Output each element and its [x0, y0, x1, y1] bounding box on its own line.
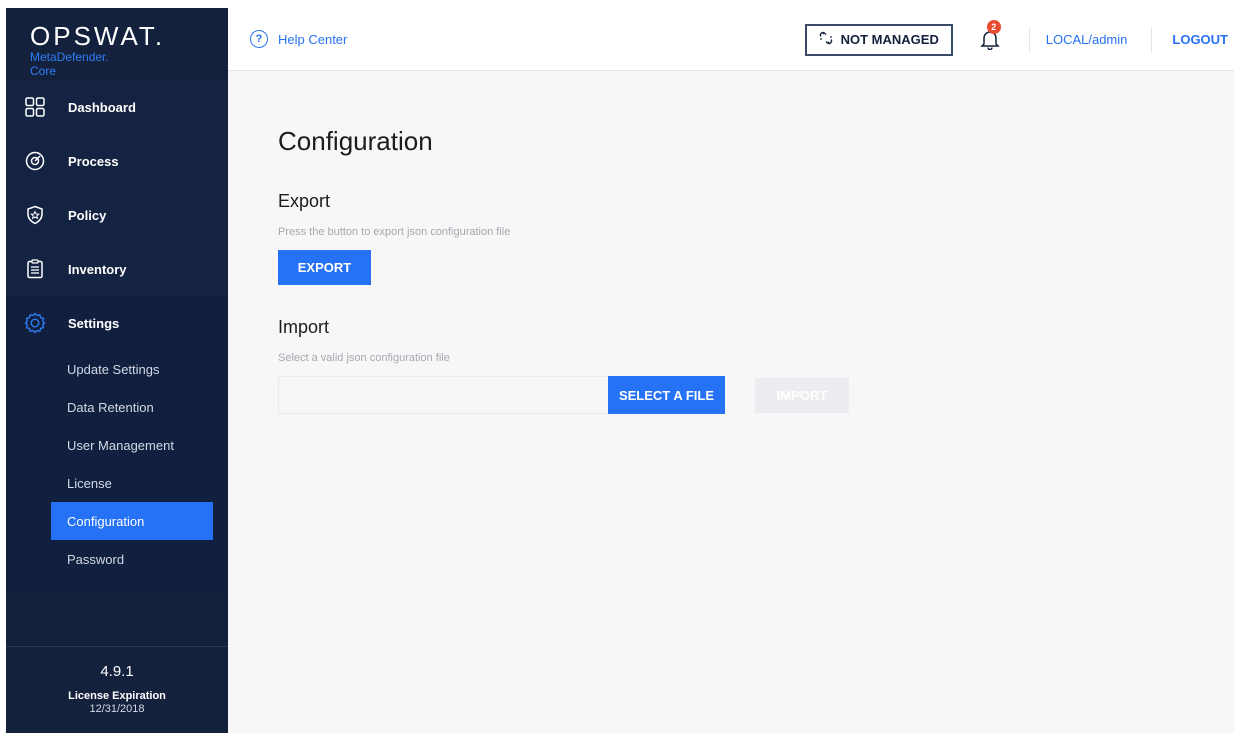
top-bar-right: NOT MANAGED 2 LOCAL/admin LOGOUT	[804, 8, 1234, 71]
export-button[interactable]: EXPORT	[278, 250, 371, 285]
main-area: ? Help Center NOT MANAGED 2 LOCAL/admin …	[228, 8, 1234, 733]
sidebar-spacer	[6, 592, 228, 647]
page-title: Configuration	[278, 126, 433, 156]
sidebar-item-inventory[interactable]: Inventory	[6, 242, 228, 296]
export-heading: Export	[278, 191, 331, 211]
sidebar: OPSWAT. MetaDefender. Core Dashboard Pro…	[6, 8, 228, 733]
sidebar-footer: 4.9.1 License Expiration 12/31/2018	[6, 647, 228, 733]
topbar-divider	[1028, 27, 1030, 52]
subnav-item-password[interactable]: Password	[51, 540, 213, 578]
sidebar-item-label: Policy	[68, 207, 107, 223]
subnav-item-license[interactable]: License	[51, 464, 213, 502]
topbar-divider	[1151, 27, 1153, 52]
brand-logo: OPSWAT.	[30, 21, 166, 51]
help-center-link[interactable]: ? Help Center	[250, 30, 347, 48]
import-button[interactable]: IMPORT	[755, 377, 849, 413]
sidebar-item-policy[interactable]: Policy	[6, 188, 228, 242]
brand: OPSWAT. MetaDefender. Core	[6, 8, 228, 80]
policy-shield-icon	[24, 204, 46, 226]
select-file-button[interactable]: SELECT A FILE	[608, 376, 725, 414]
sidebar-item-label: Process	[68, 153, 119, 169]
sidebar-item-process[interactable]: Process	[6, 134, 228, 188]
help-center-label: Help Center	[278, 31, 348, 47]
notifications-button[interactable]: 2	[979, 19, 1003, 52]
version-label: 4.9.1	[100, 663, 134, 680]
notifications-badge: 2	[986, 19, 1001, 34]
import-row: SELECT A FILE IMPORT	[278, 376, 1234, 414]
main-nav: Dashboard Process Policy Inventory Setti…	[6, 80, 228, 350]
sidebar-item-label: Inventory	[68, 261, 127, 277]
sidebar-item-label: Settings	[68, 315, 120, 331]
sidebar-item-label: Dashboard	[68, 99, 136, 115]
top-bar: ? Help Center NOT MANAGED 2 LOCAL/admin …	[228, 8, 1234, 71]
license-expiration-title: License Expiration	[68, 690, 166, 702]
subnav-item-user-management[interactable]: User Management	[51, 426, 213, 464]
configuration-content: Configuration Export Press the button to…	[228, 71, 1234, 414]
brand-edition: Core	[30, 64, 57, 78]
inventory-clipboard-icon	[24, 258, 46, 280]
sidebar-item-settings[interactable]: Settings	[6, 296, 228, 350]
dashboard-grid-icon	[24, 96, 46, 118]
settings-gear-icon	[24, 312, 46, 334]
file-path-field[interactable]	[278, 376, 608, 414]
license-expiration-date: 12/31/2018	[89, 703, 145, 715]
brand-product: MetaDefender.	[30, 50, 109, 64]
user-menu[interactable]: LOCAL/admin	[1046, 32, 1128, 47]
import-hint: Select a valid json configuration file	[278, 352, 450, 364]
export-hint: Press the button to export json configur…	[278, 226, 511, 238]
sidebar-item-dashboard[interactable]: Dashboard	[6, 80, 228, 134]
not-managed-button[interactable]: NOT MANAGED	[804, 23, 953, 56]
import-heading: Import	[278, 317, 330, 337]
subnav-item-update-settings[interactable]: Update Settings	[51, 350, 213, 388]
subnav-item-data-retention[interactable]: Data Retention	[51, 388, 213, 426]
not-managed-label: NOT MANAGED	[840, 32, 939, 47]
settings-subnav: Update Settings Data Retention User Mana…	[6, 350, 228, 592]
help-question-icon: ?	[250, 30, 268, 48]
process-target-icon	[24, 150, 46, 172]
unlink-icon	[819, 31, 833, 48]
logout-button[interactable]: LOGOUT	[1172, 32, 1228, 47]
subnav-item-configuration[interactable]: Configuration	[51, 502, 213, 540]
